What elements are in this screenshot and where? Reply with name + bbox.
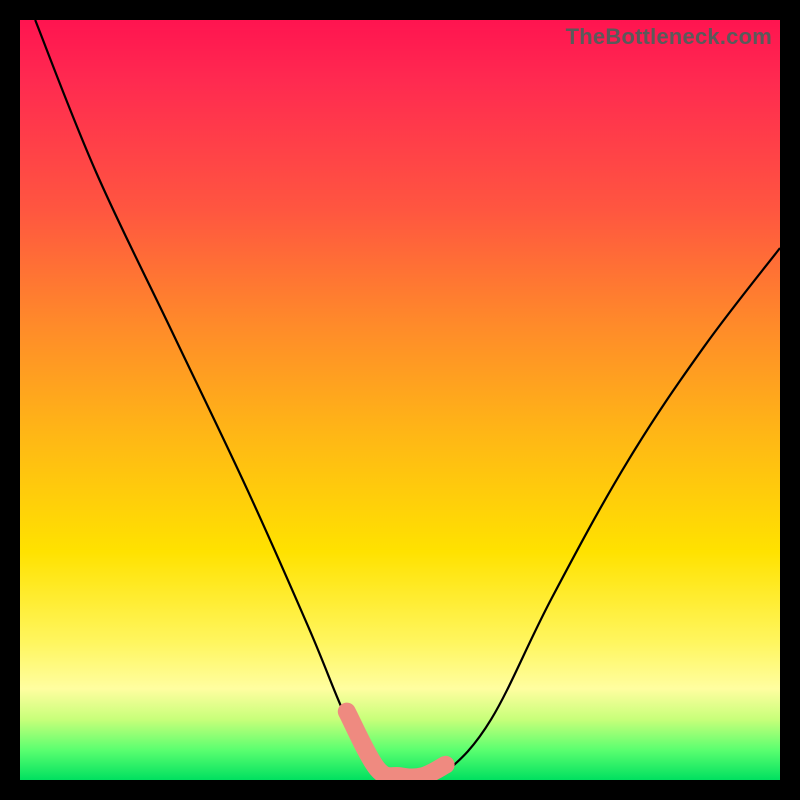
- bottleneck-curve: [35, 20, 780, 780]
- plot-area: [20, 20, 780, 780]
- highlight-band: [347, 712, 446, 778]
- watermark-text: TheBottleneck.com: [566, 24, 772, 50]
- chart-frame: TheBottleneck.com: [0, 0, 800, 800]
- curve-layer: [20, 20, 780, 780]
